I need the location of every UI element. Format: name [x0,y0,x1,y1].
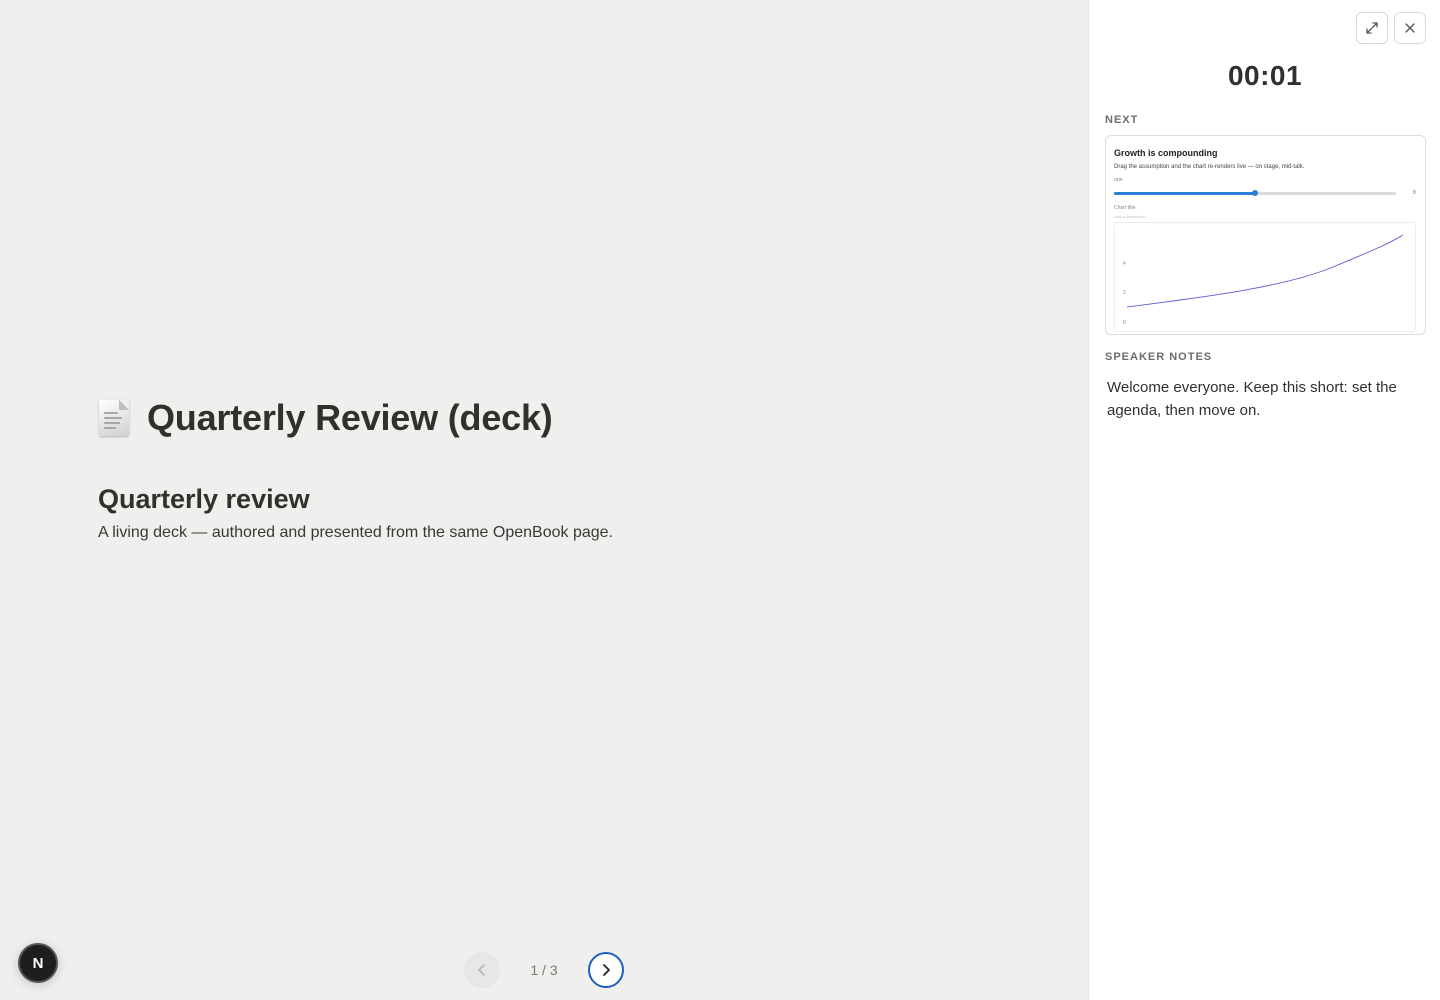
presentation-timer: 00:01 [1227,60,1303,91]
y-tick-label: 0 [1123,320,1126,326]
preview-title: Growth is compounding [1114,148,1218,158]
speaker-notes-label: SPEAKER NOTES [1105,351,1213,363]
y-tick-label: 4 [1123,261,1126,267]
next-slide-button[interactable] [588,952,624,988]
slide-subtitle: A living deck — authored and presented f… [98,524,613,541]
preview-chart-title-label: Chart title [1114,205,1136,211]
preview-slider [1114,190,1396,196]
preview-chart: 4 2 0 [1114,222,1416,332]
preview-subtitle: Drag the assumption and the chart re-ren… [1114,164,1305,170]
close-icon [1405,23,1415,33]
chevron-right-icon [603,964,610,976]
close-button[interactable] [1394,12,1426,44]
growth-curve [1126,234,1404,308]
preview-slider-value: 8 [1413,190,1416,196]
y-tick-label: 2 [1123,290,1126,296]
previous-slide-button[interactable] [464,952,500,988]
deck-title-row: Quarterly Review (deck) [97,396,553,440]
deck-title: Quarterly Review (deck) [147,397,553,438]
app-badge-button[interactable]: N [18,943,58,983]
preview-chart-svg: 4 2 0 [1123,234,1404,326]
slide-heading: Quarterly review [98,484,310,514]
next-slide-label: NEXT [1105,114,1139,126]
expand-icon [1366,22,1378,34]
speaker-notes: Welcome everyone. Keep this short: set t… [1107,379,1397,419]
presenter-panel: 00:01 NEXT Growth is compounding Drag th… [1088,0,1440,1000]
page-indicator: 1 / 3 [530,962,558,978]
slide-stage: Quarterly Review (deck) Quarterly review… [0,0,1088,1000]
preview-slider-label: rate [1114,177,1123,183]
next-slide-preview[interactable]: Growth is compounding Drag the assumptio… [1105,135,1426,335]
expand-button[interactable] [1356,12,1388,44]
chevron-left-icon [478,964,485,976]
preview-description-placeholder: Add a description... [1114,214,1149,219]
document-icon [97,398,133,438]
preview-slider-knob [1252,190,1258,196]
slide-navigation: 1 / 3 [464,952,624,988]
preview-slider-fill [1114,192,1255,195]
